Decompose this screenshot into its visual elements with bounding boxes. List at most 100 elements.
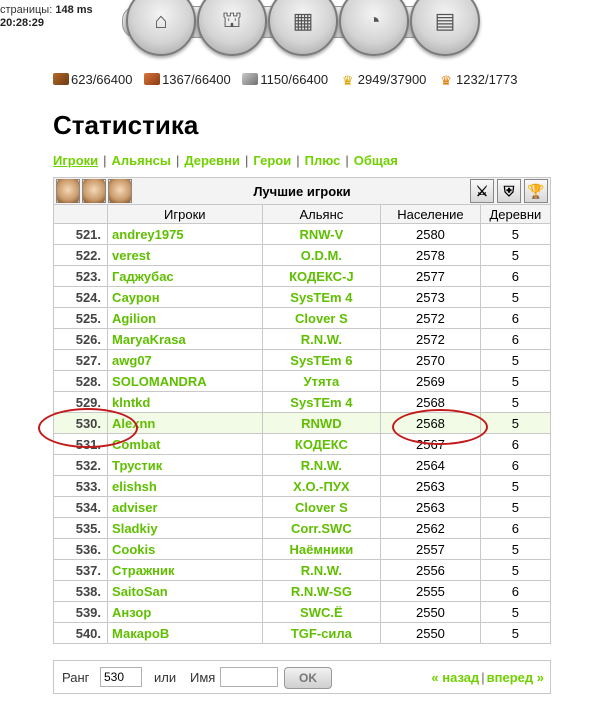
villages-cell: 5 <box>479 559 552 581</box>
alliance-link[interactable]: SWC.Ё <box>300 605 343 620</box>
resource-crop: ♛ 2949/37900 <box>340 72 427 87</box>
player-name-link[interactable]: Sladkiy <box>112 521 158 536</box>
player-name-link[interactable]: Cookis <box>112 542 155 557</box>
alliance-link[interactable]: Clover S <box>295 500 348 515</box>
player-name-cell: Трустик <box>107 454 263 476</box>
alliance-link[interactable]: SysTEm 4 <box>290 395 352 410</box>
alliance-link[interactable]: Х.О.-ПУХ <box>293 479 349 494</box>
rank-input[interactable] <box>100 667 142 687</box>
table-header-row: Игроки Альянс Население Деревни <box>52 204 552 224</box>
page-time-value: 148 ms <box>55 4 93 16</box>
tab-general[interactable]: Общая <box>354 153 398 168</box>
player-name-link[interactable]: МакароВ <box>112 626 169 641</box>
player-name-cell: Sladkiy <box>107 517 263 539</box>
player-name-cell: awg07 <box>107 349 263 371</box>
rank-label: Ранг <box>62 670 90 685</box>
statistics-icon[interactable]: ◔ <box>339 0 409 56</box>
player-name-cell: Alexnn <box>107 412 263 434</box>
village-center-icon[interactable]: ⛫ <box>197 0 267 56</box>
trophy-icon[interactable]: 🏆 <box>524 179 548 203</box>
player-name-link[interactable]: awg07 <box>112 353 152 368</box>
wood-icon <box>53 73 69 85</box>
attackers-icon[interactable]: ⚔ <box>470 179 494 203</box>
tab-players[interactable]: Игроки <box>53 153 98 168</box>
map-icon[interactable]: ▦ <box>268 0 338 56</box>
villages-cell: 6 <box>479 307 552 329</box>
player-name-link[interactable]: MaryaKrasa <box>112 332 186 347</box>
player-name-link[interactable]: elishsh <box>112 479 157 494</box>
tab-villages[interactable]: Деревни <box>184 153 240 168</box>
name-input[interactable] <box>220 667 278 687</box>
ok-button[interactable]: OK <box>284 667 332 689</box>
teuton-tribe-icon[interactable] <box>82 179 106 203</box>
rank-cell: 530. <box>52 412 109 434</box>
rank-cell: 532. <box>52 454 109 476</box>
next-page-link[interactable]: вперед » <box>487 670 544 685</box>
villages-cell: 5 <box>479 496 552 518</box>
prev-page-link[interactable]: « назад <box>431 670 479 685</box>
population-cell: 2570 <box>380 349 481 371</box>
defenders-icon[interactable]: ⛨ <box>497 179 521 203</box>
player-name-link[interactable]: Гаджубас <box>112 269 174 284</box>
player-name-link[interactable]: Alexnn <box>112 416 155 431</box>
player-name-link[interactable]: Анзор <box>112 605 151 620</box>
player-name-cell: SOLOMANDRA <box>107 370 263 392</box>
player-name-link[interactable]: adviser <box>112 500 158 515</box>
gaul-face-icon <box>109 179 131 203</box>
alliance-link[interactable]: RNWD <box>301 416 341 431</box>
alliance-cell: RNW-V <box>261 223 382 245</box>
alliance-link[interactable]: Утята <box>304 374 340 389</box>
rank-cell: 537. <box>52 559 109 581</box>
alliance-link[interactable]: R.N.W-SG <box>291 584 352 599</box>
page-time-label: страницы: <box>0 4 53 16</box>
player-name-link[interactable]: SOLOMANDRA <box>112 374 207 389</box>
villages-cell: 6 <box>479 265 552 287</box>
tab-heroes[interactable]: Герои <box>253 153 291 168</box>
rank-cell: 535. <box>52 517 109 539</box>
gaul-tribe-icon[interactable] <box>108 179 132 203</box>
village-overview-icon[interactable]: ⌂ <box>126 0 196 56</box>
rank-cell: 522. <box>52 244 109 266</box>
player-name-link[interactable]: SaitoSan <box>112 584 168 599</box>
player-name-link[interactable]: Саурон <box>112 290 160 305</box>
alliance-link[interactable]: КОДЕКС-J <box>289 269 354 284</box>
alliance-link[interactable]: R.N.W. <box>301 458 342 473</box>
tab-alliances[interactable]: Альянсы <box>112 153 171 168</box>
alliance-link[interactable]: O.D.M. <box>301 248 342 263</box>
player-name-link[interactable]: verest <box>112 248 150 263</box>
player-name-link[interactable]: Combat <box>112 437 160 452</box>
player-name-link[interactable]: Трустик <box>112 458 162 473</box>
roman-face-icon <box>57 179 79 203</box>
villages-cell: 5 <box>479 412 552 434</box>
alliance-link[interactable]: TGF-сила <box>291 626 352 641</box>
alliance-cell: SysTEm 4 <box>261 391 382 413</box>
alliance-link[interactable]: R.N.W. <box>301 563 342 578</box>
population-cell: 2569 <box>380 370 481 392</box>
alliance-link[interactable]: R.N.W. <box>301 332 342 347</box>
population-cell: 2550 <box>380 601 481 623</box>
crop-consumption-icon: ♛ <box>440 73 452 88</box>
tab-plus[interactable]: Плюс <box>305 153 341 168</box>
alliance-link[interactable]: SysTEm 6 <box>290 353 352 368</box>
reports-icon[interactable]: ▤ <box>410 0 480 56</box>
player-name-link[interactable]: Стражник <box>112 563 175 578</box>
player-name-link[interactable]: Agilion <box>112 311 156 326</box>
alliance-link[interactable]: RNW-V <box>299 227 343 242</box>
alliance-link[interactable]: SysTEm 4 <box>290 290 352 305</box>
roman-tribe-icon[interactable] <box>56 179 80 203</box>
table-row: 529. klntkd SysTEm 4 2568 5 <box>52 391 552 413</box>
rank-cell: 523. <box>52 265 109 287</box>
alliance-cell: TGF-сила <box>261 622 382 644</box>
ranking-type-icons: ⚔ ⛨ 🏆 <box>470 178 548 204</box>
table-row: 522. verest O.D.M. 2578 5 <box>52 244 552 266</box>
alliance-link[interactable]: КОДЕКС <box>295 437 348 452</box>
alliance-link[interactable]: Наёмники <box>289 542 353 557</box>
resource-bar: 623/66400 1367/66400 1150/66400 ♛ 2949/37… <box>53 72 526 87</box>
villages-cell: 6 <box>479 328 552 350</box>
player-name-link[interactable]: andrey1975 <box>112 227 184 242</box>
alliance-cell: Утята <box>261 370 382 392</box>
player-name-link[interactable]: klntkd <box>112 395 150 410</box>
alliance-link[interactable]: Clover S <box>295 311 348 326</box>
alliance-link[interactable]: Corr.SWC <box>291 521 352 536</box>
rank-search-bar: Ранг или Имя OK « назад|вперед » <box>53 660 551 694</box>
